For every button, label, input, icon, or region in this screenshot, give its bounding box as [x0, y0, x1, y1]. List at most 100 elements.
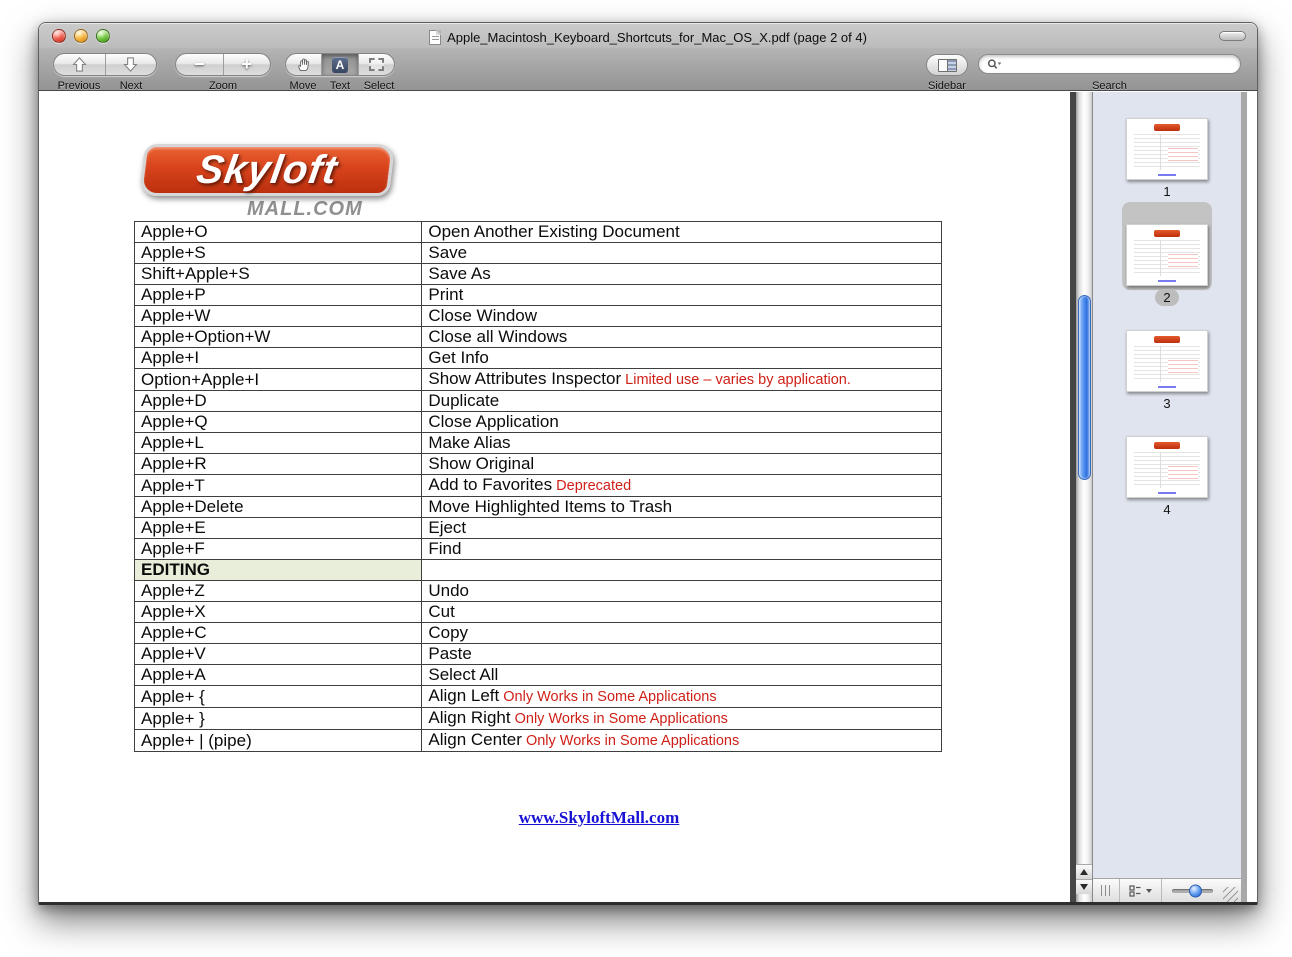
- preview-window: Apple_Macintosh_Keyboard_Shortcuts_for_M…: [38, 22, 1258, 905]
- thumbnail-label: 2: [1155, 289, 1178, 306]
- note-text: Limited use – varies by application.: [621, 372, 851, 388]
- shortcut-keys: Apple+W: [135, 306, 422, 327]
- scroll-down-button[interactable]: [1076, 879, 1092, 894]
- shortcut-action: Save As: [422, 264, 942, 285]
- table-row: Shift+Apple+SSave As: [135, 264, 942, 285]
- skyloft-logo: Skyloft MALL.COM: [142, 144, 442, 221]
- page-nav-control: [53, 53, 157, 76]
- shortcut-keys: Apple+C: [135, 623, 422, 644]
- table-row: Apple+ {Align Left Only Works in Some Ap…: [135, 686, 942, 708]
- note-text: Only Works in Some Applications: [511, 711, 728, 727]
- shortcut-keys: Apple+X: [135, 602, 422, 623]
- desktop: Apple_Macintosh_Keyboard_Shortcuts_for_M…: [0, 0, 1292, 957]
- move-label: Move: [285, 80, 321, 92]
- shortcut-action: Duplicate: [422, 391, 942, 412]
- thumb-logo-mark: [1154, 230, 1180, 237]
- table-row: Apple+XCut: [135, 602, 942, 623]
- shortcut-action: Close Window: [422, 306, 942, 327]
- shortcut-keys: Apple+T: [135, 475, 422, 497]
- arrow-down-icon: [122, 56, 139, 73]
- section-row: EDITING: [135, 560, 942, 581]
- table-row: Apple+ASelect All: [135, 665, 942, 686]
- window-chrome: Apple_Macintosh_Keyboard_Shortcuts_for_M…: [39, 23, 1257, 91]
- footer-link-row: www.SkyloftMall.com: [134, 808, 1064, 828]
- shortcut-action: Eject: [422, 518, 942, 539]
- scroll-up-arrow-icon: [1080, 869, 1088, 875]
- thumbnail-page-4[interactable]: [1126, 436, 1208, 498]
- shortcut-keys: Apple+E: [135, 518, 422, 539]
- table-row: Apple+EEject: [135, 518, 942, 539]
- thumbnail-cell-page-3: 3: [1126, 330, 1208, 412]
- shortcuts-table: Apple+OOpen Another Existing DocumentApp…: [134, 221, 942, 752]
- shortcut-action: Show Attributes Inspector Limited use – …: [422, 369, 942, 391]
- arrow-up-icon: [71, 56, 88, 73]
- divider-drag-handle[interactable]: [1101, 885, 1111, 896]
- shortcut-keys: Apple+O: [135, 222, 422, 243]
- thumbnail-cell-page-1: 1: [1126, 118, 1208, 200]
- shortcut-action: Add to Favorites Deprecated: [422, 475, 942, 497]
- table-row: Apple+ | (pipe)Align Center Only Works i…: [135, 730, 942, 752]
- thumbnail-label: 3: [1163, 395, 1170, 412]
- view-options-button[interactable]: [1120, 879, 1161, 902]
- table-row: Apple+LMake Alias: [135, 433, 942, 454]
- thumbnail-page-2[interactable]: [1126, 224, 1208, 286]
- previous-button[interactable]: [54, 54, 106, 75]
- thumbnail-cell-page-2: 2: [1126, 224, 1208, 306]
- scroll-down-arrow-icon: [1080, 884, 1088, 890]
- next-button[interactable]: [106, 54, 157, 75]
- shortcut-action: Copy: [422, 623, 942, 644]
- select-tool-button[interactable]: [359, 54, 394, 75]
- slider-knob[interactable]: [1189, 884, 1202, 897]
- previous-label: Previous: [53, 80, 105, 92]
- minus-icon: −: [194, 55, 205, 73]
- thumbnail-size-slider[interactable]: [1162, 879, 1223, 902]
- thumbnail-page-3[interactable]: [1126, 330, 1208, 392]
- vertical-scrollbar[interactable]: [1076, 92, 1093, 902]
- window-title: Apple_Macintosh_Keyboard_Shortcuts_for_M…: [447, 30, 867, 45]
- scrollbar-thumb[interactable]: [1078, 295, 1091, 480]
- thumbnail-cell-page-4: 4: [1126, 436, 1208, 518]
- move-tool-button[interactable]: [286, 54, 322, 75]
- scroll-up-button[interactable]: [1076, 864, 1092, 879]
- shortcut-keys: Apple+S: [135, 243, 422, 264]
- window-resize-grip[interactable]: [1223, 887, 1238, 902]
- shortcut-action: Align Center Only Works in Some Applicat…: [422, 730, 942, 752]
- table-row: Option+Apple+IShow Attributes Inspector …: [135, 369, 942, 391]
- thumbnail-label: 1: [1163, 183, 1170, 200]
- sidebar-button[interactable]: [926, 54, 968, 76]
- thumb-link-mark: [1158, 386, 1176, 388]
- shortcut-keys: Apple+F: [135, 539, 422, 560]
- zoom-label: Zoom: [175, 80, 271, 92]
- zoom-control: − +: [175, 53, 271, 76]
- search-input[interactable]: [1004, 56, 1232, 72]
- sidebar-label: Sidebar: [916, 80, 978, 92]
- text-tool-icon: A: [332, 57, 348, 73]
- table-row: Apple+ }Align Right Only Works in Some A…: [135, 708, 942, 730]
- thumb-link-mark: [1158, 174, 1176, 176]
- shortcut-action: Find: [422, 539, 942, 560]
- thumb-text-lines: [1134, 240, 1200, 276]
- thumbnail-page-1[interactable]: [1126, 118, 1208, 180]
- note-text: Only Works in Some Applications: [499, 689, 716, 705]
- thumbnail-sidebar: 1 2 3 4: [1093, 92, 1247, 902]
- shortcut-keys: Apple+Z: [135, 581, 422, 602]
- view-options-icon: [1129, 885, 1143, 897]
- search-label: Search: [978, 80, 1241, 92]
- shortcut-action: Align Left Only Works in Some Applicatio…: [422, 686, 942, 708]
- shortcut-table-body: Apple+OOpen Another Existing DocumentApp…: [135, 222, 942, 752]
- table-row: Apple+QClose Application: [135, 412, 942, 433]
- zoom-out-button[interactable]: −: [176, 54, 224, 75]
- table-row: Apple+DDuplicate: [135, 391, 942, 412]
- table-row: Apple+VPaste: [135, 644, 942, 665]
- toolbar-toggle-button[interactable]: [1219, 31, 1246, 41]
- thumb-text-lines: [1134, 134, 1200, 170]
- text-tool-button[interactable]: A: [322, 54, 358, 75]
- zoom-in-button[interactable]: +: [224, 54, 271, 75]
- shortcut-keys: Apple+I: [135, 348, 422, 369]
- shortcut-action: Open Another Existing Document: [422, 222, 942, 243]
- skyloftmall-link[interactable]: www.SkyloftMall.com: [519, 808, 680, 827]
- section-empty-cell: [422, 560, 942, 581]
- logo-brand-text: Skyloft: [193, 148, 340, 193]
- shortcut-keys: Apple+Option+W: [135, 327, 422, 348]
- chevron-down-icon: [1146, 889, 1152, 893]
